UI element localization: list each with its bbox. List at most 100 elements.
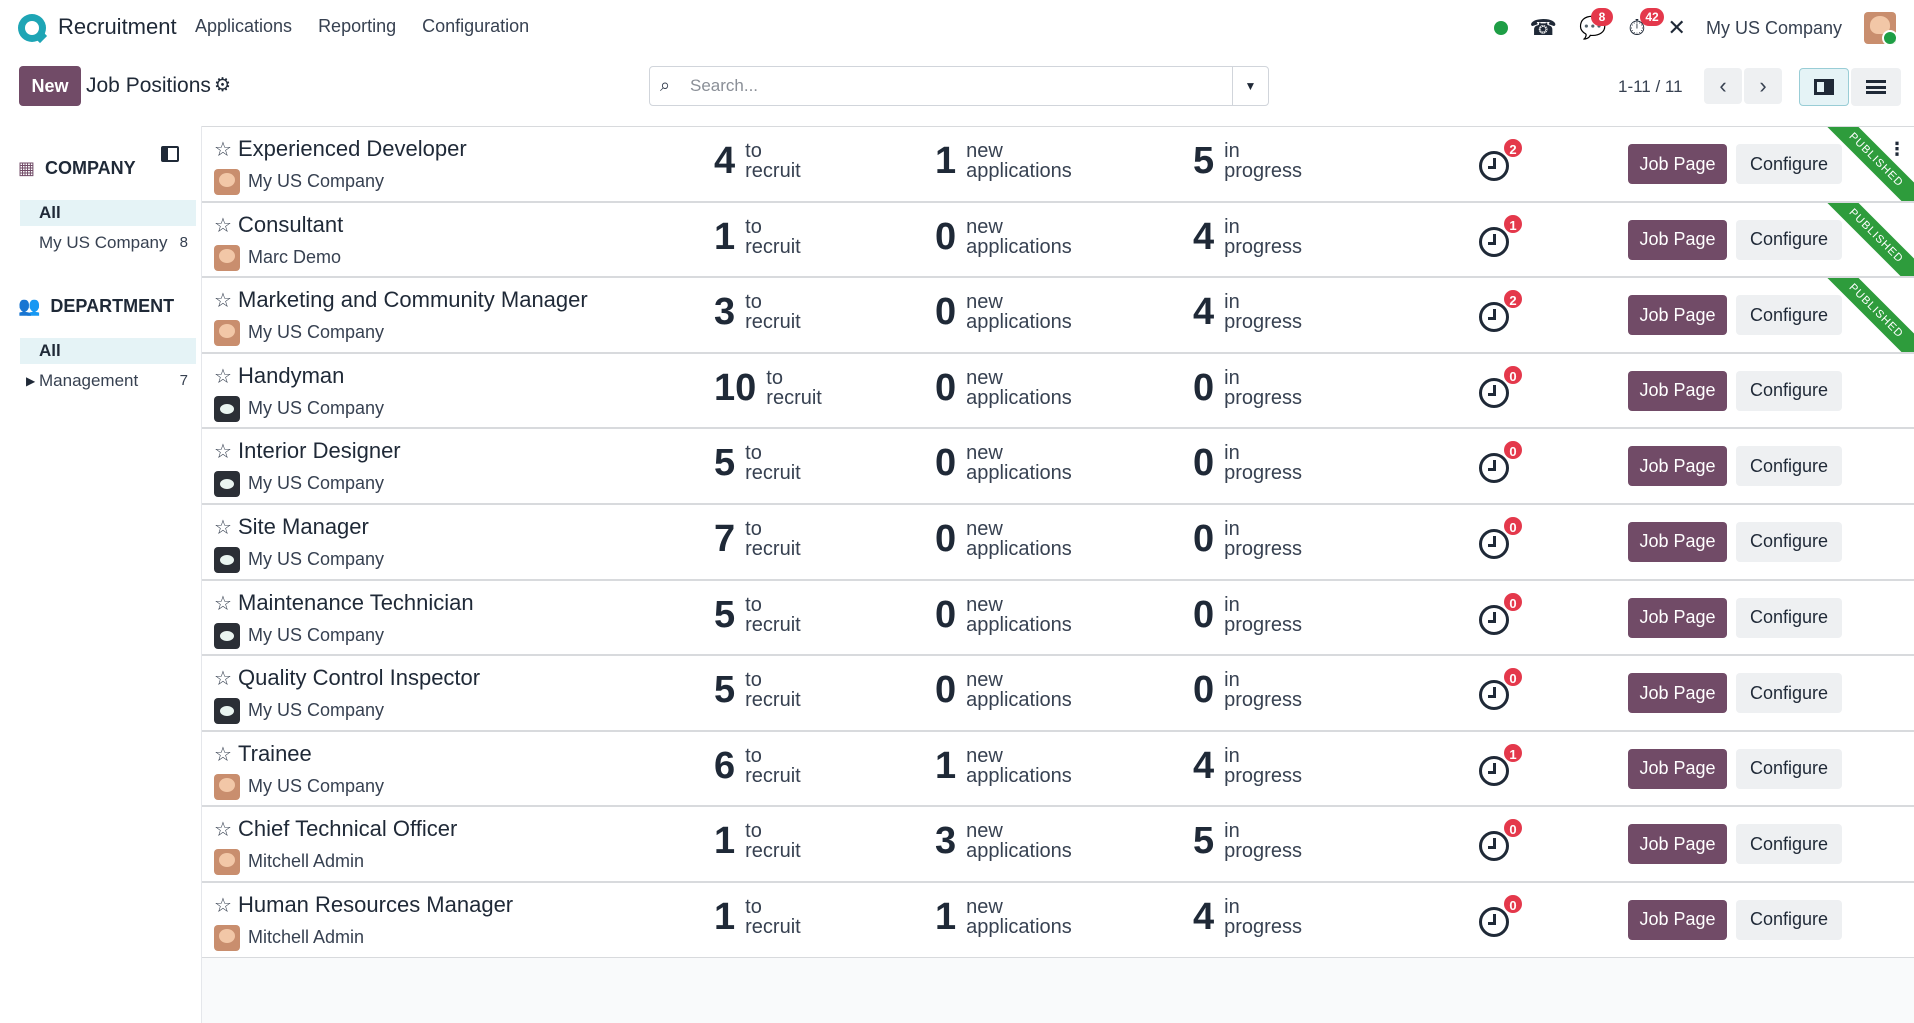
search-icon[interactable]: ⌕ xyxy=(660,75,670,96)
job-page-button[interactable]: Job Page xyxy=(1628,748,1727,789)
in-progress-stat[interactable]: 4 in progress xyxy=(1193,897,1302,937)
favorite-star-icon[interactable]: ☆ xyxy=(214,288,232,313)
user-avatar[interactable] xyxy=(1864,12,1896,44)
favorite-star-icon[interactable]: ☆ xyxy=(214,893,232,918)
to-recruit-stat[interactable]: 5 to recruit xyxy=(714,443,801,483)
to-recruit-stat[interactable]: 5 to recruit xyxy=(714,595,801,635)
in-progress-stat[interactable]: 5 in progress xyxy=(1193,821,1302,861)
job-card-9[interactable]: ☆ Chief Technical Officer Mitchell Admin… xyxy=(202,806,1914,882)
in-progress-stat[interactable]: 5 in progress xyxy=(1193,141,1302,181)
job-page-button[interactable]: Job Page xyxy=(1628,295,1727,336)
caret-right-icon[interactable]: ▶ xyxy=(26,368,35,394)
job-title[interactable]: Chief Technical Officer xyxy=(238,816,457,842)
kanban-view-button[interactable] xyxy=(1799,68,1849,106)
in-progress-stat[interactable]: 0 in progress xyxy=(1193,368,1302,408)
configure-button[interactable]: Configure xyxy=(1736,219,1842,260)
new-button[interactable]: New xyxy=(19,66,81,106)
gear-icon[interactable]: ⚙ xyxy=(214,74,231,97)
favorite-star-icon[interactable]: ☆ xyxy=(214,137,232,162)
job-title[interactable]: Maintenance Technician xyxy=(238,590,474,616)
configure-button[interactable]: Configure xyxy=(1736,673,1842,714)
configure-button[interactable]: Configure xyxy=(1736,295,1842,336)
favorite-star-icon[interactable]: ☆ xyxy=(214,742,232,767)
job-page-button[interactable]: Job Page xyxy=(1628,521,1727,562)
job-title[interactable]: Handyman xyxy=(238,363,344,389)
job-card-6[interactable]: ☆ Maintenance Technician My US Company 5… xyxy=(202,579,1914,656)
to-recruit-stat[interactable]: 6 to recruit xyxy=(714,746,801,786)
new-applications-stat[interactable]: 3 new applications xyxy=(935,821,1072,861)
job-card-4[interactable]: ☆ Interior Designer My US Company 5 to r… xyxy=(202,428,1914,504)
app-title[interactable]: Recruitment xyxy=(58,14,177,40)
favorite-star-icon[interactable]: ☆ xyxy=(214,439,232,464)
in-progress-stat[interactable]: 0 in progress xyxy=(1193,443,1302,483)
to-recruit-stat[interactable]: 5 to recruit xyxy=(714,670,801,710)
department-filter-management[interactable]: ▶ Management 7 xyxy=(20,368,196,394)
card-menu-icon[interactable]: ⋮ xyxy=(1888,139,1906,160)
in-progress-stat[interactable]: 0 in progress xyxy=(1193,595,1302,635)
favorite-star-icon[interactable]: ☆ xyxy=(214,213,232,238)
job-page-button[interactable]: Job Page xyxy=(1628,673,1727,714)
search-options-toggle[interactable]: ▼ xyxy=(1232,67,1268,105)
job-card-3[interactable]: ☆ Handyman My US Company 10 to recruit 0… xyxy=(202,352,1914,429)
to-recruit-stat[interactable]: 1 to recruit xyxy=(714,821,801,861)
favorite-star-icon[interactable]: ☆ xyxy=(214,515,232,540)
job-title[interactable]: Marketing and Community Manager xyxy=(238,287,588,313)
search-input[interactable] xyxy=(690,67,1230,105)
job-title[interactable]: Consultant xyxy=(238,212,343,238)
pager-value[interactable]: 1-11 / 11 xyxy=(1618,77,1683,97)
in-progress-stat[interactable]: 4 in progress xyxy=(1193,217,1302,257)
favorite-star-icon[interactable]: ☆ xyxy=(214,364,232,389)
in-progress-stat[interactable]: 4 in progress xyxy=(1193,292,1302,332)
menu-configuration[interactable]: Configuration xyxy=(422,16,529,37)
job-title[interactable]: Experienced Developer xyxy=(238,136,467,162)
new-applications-stat[interactable]: 0 new applications xyxy=(935,670,1072,710)
to-recruit-stat[interactable]: 1 to recruit xyxy=(714,897,801,937)
debug-tools-icon[interactable]: ✕ xyxy=(1668,17,1686,39)
new-applications-stat[interactable]: 0 new applications xyxy=(935,595,1072,635)
activities-clock-icon[interactable]: ⏱ 42 xyxy=(1628,8,1664,39)
configure-button[interactable]: Configure xyxy=(1736,824,1842,865)
job-page-button[interactable]: Job Page xyxy=(1628,899,1727,940)
in-progress-stat[interactable]: 4 in progress xyxy=(1193,746,1302,786)
list-view-button[interactable] xyxy=(1851,68,1901,106)
job-title[interactable]: Trainee xyxy=(238,741,312,767)
company-filter-my-us-company[interactable]: My US Company 8 xyxy=(20,230,196,256)
job-title[interactable]: Quality Control Inspector xyxy=(238,665,480,691)
new-applications-stat[interactable]: 1 new applications xyxy=(935,897,1072,937)
favorite-star-icon[interactable]: ☆ xyxy=(214,591,232,616)
configure-button[interactable]: Configure xyxy=(1736,446,1842,487)
to-recruit-stat[interactable]: 4 to recruit xyxy=(714,141,801,181)
job-card-1[interactable]: ☆ Consultant Marc Demo 1 to recruit 0 ne… xyxy=(202,201,1914,278)
company-switcher[interactable]: My US Company xyxy=(1706,18,1842,39)
job-card-5[interactable]: ☆ Site Manager My US Company 7 to recrui… xyxy=(202,503,1914,580)
job-page-button[interactable]: Job Page xyxy=(1628,219,1727,260)
pager-previous-button[interactable]: ‹ xyxy=(1704,68,1742,104)
phone-icon[interactable]: ☎ xyxy=(1530,17,1557,39)
messages-icon[interactable]: 💬 8 xyxy=(1579,8,1613,39)
job-card-2[interactable]: ☆ Marketing and Community Manager My US … xyxy=(202,277,1914,353)
new-applications-stat[interactable]: 1 new applications xyxy=(935,746,1072,786)
job-title[interactable]: Interior Designer xyxy=(238,438,401,464)
new-applications-stat[interactable]: 0 new applications xyxy=(935,443,1072,483)
configure-button[interactable]: Configure xyxy=(1736,899,1842,940)
favorite-star-icon[interactable]: ☆ xyxy=(214,817,232,842)
company-filter-all[interactable]: All xyxy=(20,200,196,226)
job-card-7[interactable]: ☆ Quality Control Inspector My US Compan… xyxy=(202,655,1914,731)
configure-button[interactable]: Configure xyxy=(1736,597,1842,638)
new-applications-stat[interactable]: 0 new applications xyxy=(935,368,1072,408)
in-progress-stat[interactable]: 0 in progress xyxy=(1193,519,1302,559)
page-title[interactable]: Job Positions xyxy=(86,74,211,98)
to-recruit-stat[interactable]: 1 to recruit xyxy=(714,217,801,257)
job-page-button[interactable]: Job Page xyxy=(1628,144,1727,184)
job-card-0[interactable]: ☆ Experienced Developer My US Company 4 … xyxy=(202,126,1914,202)
job-page-button[interactable]: Job Page xyxy=(1628,370,1727,411)
configure-button[interactable]: Configure xyxy=(1736,370,1842,411)
configure-button[interactable]: Configure xyxy=(1736,748,1842,789)
new-applications-stat[interactable]: 1 new applications xyxy=(935,141,1072,181)
job-page-button[interactable]: Job Page xyxy=(1628,597,1727,638)
panel-toggle-icon[interactable] xyxy=(161,146,179,162)
job-title[interactable]: Site Manager xyxy=(238,514,369,540)
favorite-star-icon[interactable]: ☆ xyxy=(214,666,232,691)
new-applications-stat[interactable]: 0 new applications xyxy=(935,519,1072,559)
job-page-button[interactable]: Job Page xyxy=(1628,446,1727,487)
